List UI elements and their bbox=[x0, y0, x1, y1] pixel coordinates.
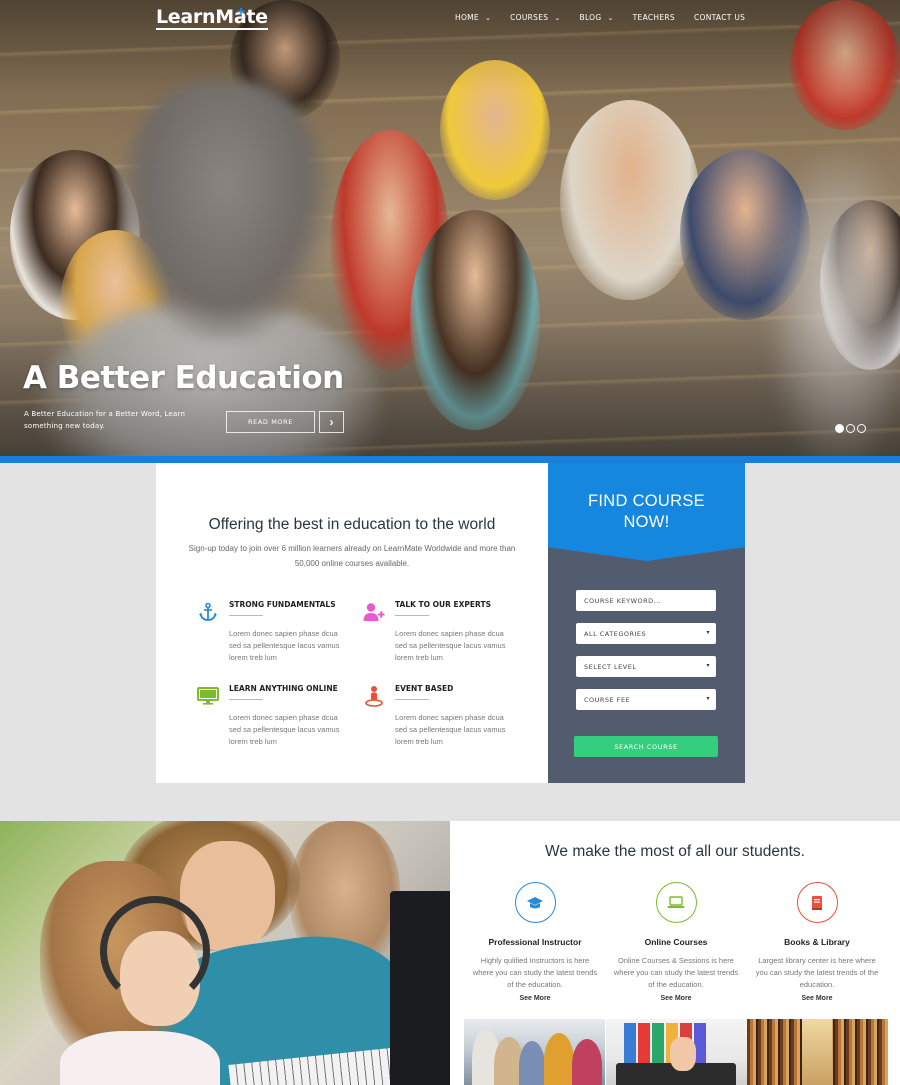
feature-learn-online: LEARN ANYTHING ONLINE Lorem donec sapien… bbox=[196, 684, 356, 754]
library-thumbnail[interactable] bbox=[747, 1019, 888, 1085]
intro-title: Offering the best in education to the wo… bbox=[208, 516, 496, 533]
add-user-icon bbox=[362, 600, 386, 624]
intro-description: Sign-up today to join over 6 million lea… bbox=[188, 544, 516, 568]
instructor-thumbnail[interactable] bbox=[464, 1019, 605, 1085]
laptop-icon bbox=[655, 882, 697, 923]
accent-strip bbox=[0, 456, 900, 463]
feature-title: TALK TO OUR EXPERTS bbox=[395, 600, 491, 609]
students-section: We make the most of all our students. Pr… bbox=[450, 821, 900, 1085]
section-title: We make the most of all our students. bbox=[545, 843, 805, 860]
find-course-title: FIND COURSE NOW! bbox=[548, 491, 745, 533]
top-nav: LearnMate + HOME ⌄ COURSES ⌄ BLOG ⌄ TEACHER… bbox=[0, 0, 900, 40]
level-select[interactable]: SELECT LEVEL ▾ bbox=[576, 656, 716, 677]
service-books-library: Books & Library Largest library center i… bbox=[752, 882, 882, 1002]
slider-dot-1[interactable] bbox=[835, 424, 844, 433]
nav-item-contact[interactable]: CONTACT US bbox=[694, 13, 745, 22]
service-text: Highly qulified Instructors is here wher… bbox=[472, 956, 598, 989]
service-text: Online Courses & Sessions is here where … bbox=[613, 956, 739, 989]
feature-text: Lorem donec sapien phase dcua sed sa pel… bbox=[395, 629, 506, 662]
feature-title: EVENT BASED bbox=[395, 684, 454, 693]
service-title: Online Courses bbox=[644, 937, 708, 947]
find-course-panel: FIND COURSE NOW! COURSE KEYWORD... ALL C… bbox=[548, 463, 745, 783]
anchor-icon bbox=[196, 600, 220, 624]
headset-shape bbox=[100, 896, 210, 1006]
dropdown-arrow-icon: ▾ bbox=[706, 695, 710, 702]
divider bbox=[395, 699, 429, 700]
dropdown-arrow-icon: ▾ bbox=[706, 662, 710, 669]
see-more-link[interactable]: See More bbox=[611, 995, 741, 1002]
chevron-down-icon: ⌄ bbox=[607, 13, 614, 22]
next-slide-button[interactable]: › bbox=[319, 411, 344, 433]
monitor-icon bbox=[196, 684, 220, 708]
service-online-courses: Online Courses Online Courses & Sessions… bbox=[611, 882, 741, 1002]
divider bbox=[229, 615, 263, 616]
select-value: ALL CATEGORIES bbox=[584, 629, 647, 638]
students-photo bbox=[0, 821, 450, 1085]
divider bbox=[395, 615, 429, 616]
site-logo[interactable]: LearnMate bbox=[156, 7, 268, 30]
feature-strong-fundamentals: STRONG FUNDAMENTALS Lorem donec sapien p… bbox=[196, 600, 356, 670]
course-keyword-input[interactable]: COURSE KEYWORD... bbox=[576, 590, 716, 611]
online-courses-thumbnail[interactable] bbox=[606, 1019, 747, 1085]
divider bbox=[229, 699, 263, 700]
feature-text: Lorem donec sapien phase dcua sed sa pel… bbox=[229, 629, 340, 662]
feature-title: STRONG FUNDAMENTALS bbox=[229, 600, 336, 609]
nav-item-blog[interactable]: BLOG ⌄ bbox=[580, 13, 614, 22]
feature-text: Lorem donec sapien phase dcua sed sa pel… bbox=[229, 713, 340, 746]
slider-dot-3[interactable] bbox=[857, 424, 866, 433]
graduation-cap-icon bbox=[514, 882, 556, 923]
service-title: Books & Library bbox=[784, 937, 850, 947]
hero-title: A Better Education bbox=[23, 360, 344, 396]
see-more-link[interactable]: See More bbox=[752, 995, 882, 1002]
feature-talk-to-experts: TALK TO OUR EXPERTS Lorem donec sapien p… bbox=[362, 600, 522, 670]
dropdown-arrow-icon: ▾ bbox=[706, 629, 710, 636]
nav-item-label: TEACHERS bbox=[632, 13, 675, 22]
service-professional-instructor: Professional Instructor Highly qulified … bbox=[470, 882, 600, 1002]
category-select[interactable]: ALL CATEGORIES ▾ bbox=[576, 623, 716, 644]
read-more-button[interactable]: READ MORE bbox=[226, 411, 315, 433]
chevron-down-icon: ⌄ bbox=[484, 13, 492, 22]
hand-shape bbox=[670, 1037, 696, 1071]
search-course-button[interactable]: SEARCH COURSE bbox=[574, 736, 718, 757]
service-title: Professional Instructor bbox=[488, 937, 582, 947]
select-value: SELECT LEVEL bbox=[584, 662, 637, 671]
feature-text: Lorem donec sapien phase dcua sed sa pel… bbox=[395, 713, 506, 746]
hero-subtitle: A Better Education for a Better Word, Le… bbox=[24, 410, 186, 430]
slider-dots bbox=[835, 424, 866, 433]
chevron-right-icon: › bbox=[329, 415, 334, 429]
nav-item-home[interactable]: HOME ⌄ bbox=[455, 13, 491, 22]
book-icon bbox=[796, 882, 838, 923]
monitor-shape bbox=[390, 891, 450, 1085]
feature-event-based: EVENT BASED Lorem donec sapien phase dcu… bbox=[362, 684, 522, 754]
nav-item-label: HOME bbox=[455, 13, 479, 22]
nav-item-teachers[interactable]: TEACHERS bbox=[633, 13, 675, 22]
hero-slider: LearnMate + HOME ⌄ COURSES ⌄ BLOG ⌄ TEACHER… bbox=[0, 0, 900, 456]
input-placeholder: COURSE KEYWORD... bbox=[584, 596, 662, 605]
see-more-link[interactable]: See More bbox=[470, 995, 600, 1002]
map-pin-person-icon bbox=[362, 684, 386, 708]
find-course-title-line: FIND COURSE bbox=[588, 492, 705, 510]
nav-item-label: COURSES bbox=[510, 13, 549, 22]
select-value: COURSE FEE bbox=[584, 695, 631, 704]
service-text: Largest library center is here where you… bbox=[755, 956, 879, 989]
chevron-down-icon: ⌄ bbox=[554, 13, 561, 22]
nav-item-label: BLOG bbox=[579, 13, 602, 22]
intro-card: Offering the best in education to the wo… bbox=[156, 463, 548, 783]
nav-menu: HOME ⌄ COURSES ⌄ BLOG ⌄ TEACHERS CONTACT US bbox=[455, 13, 764, 22]
nav-item-label: CONTACT US bbox=[693, 13, 746, 22]
fee-select[interactable]: COURSE FEE ▾ bbox=[576, 689, 716, 710]
nav-item-courses[interactable]: COURSES ⌄ bbox=[510, 13, 560, 22]
find-course-title-line: NOW! bbox=[623, 513, 670, 531]
slider-dot-2[interactable] bbox=[846, 424, 855, 433]
feature-title: LEARN ANYTHING ONLINE bbox=[229, 684, 338, 693]
logo-plus-icon: + bbox=[237, 3, 246, 19]
